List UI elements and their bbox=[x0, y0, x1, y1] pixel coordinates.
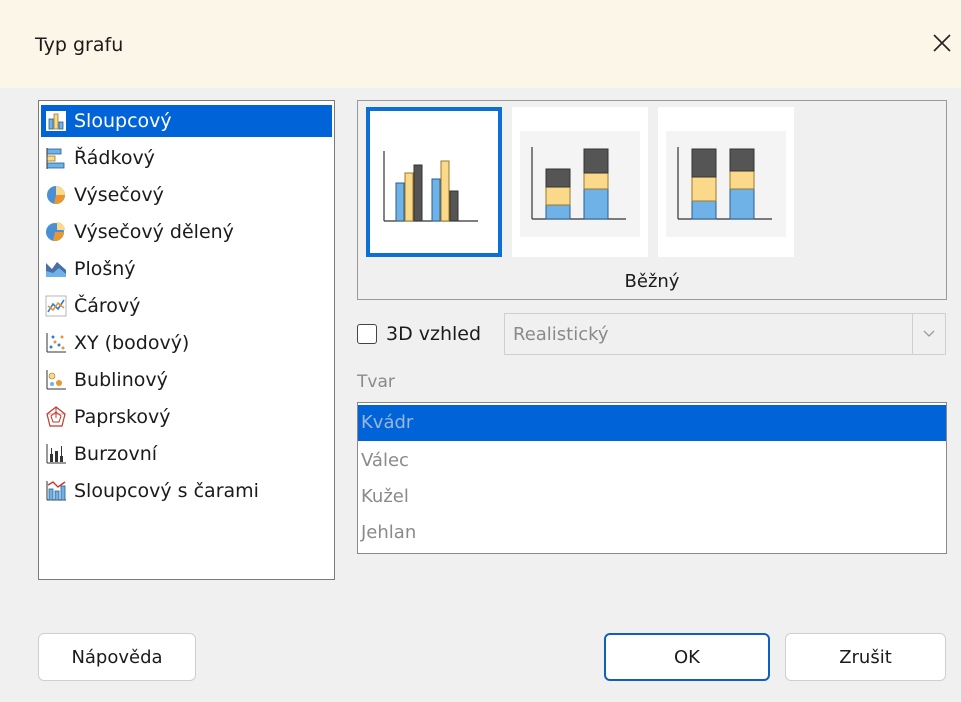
chart-type-label: XY (bodový) bbox=[74, 332, 190, 354]
ok-button[interactable]: OK bbox=[604, 633, 770, 681]
chart-type-label: Bublinový bbox=[74, 369, 168, 391]
subtype-clustered-column[interactable] bbox=[366, 107, 502, 257]
chart-type-item-bar[interactable]: Řádkový bbox=[41, 142, 332, 174]
scatter-chart-icon bbox=[46, 333, 66, 353]
chart-type-label: Paprskový bbox=[74, 406, 171, 428]
chart-type-item-line[interactable]: Čárový bbox=[41, 290, 332, 322]
shape-list[interactable]: Kvádr Válec Kužel Jehlan bbox=[357, 402, 947, 554]
radar-chart-icon bbox=[46, 406, 66, 427]
chevron-down-icon[interactable] bbox=[912, 314, 945, 354]
shape-item-pyramid[interactable]: Jehlan bbox=[358, 515, 946, 551]
title-bar: Typ grafu bbox=[0, 0, 961, 88]
subtype-percent-stacked-column[interactable] bbox=[658, 107, 794, 257]
subtype-stacked-column[interactable] bbox=[512, 107, 648, 257]
clustered-column-icon bbox=[383, 151, 478, 222]
chart-type-label: Burzovní bbox=[74, 443, 158, 465]
chart-type-list[interactable]: Sloupcový Řádkový Výsečový Výsečový děle… bbox=[38, 100, 335, 580]
stacked-column-icon bbox=[520, 131, 640, 237]
shape-item-cuboid[interactable]: Kvádr bbox=[358, 405, 946, 441]
close-icon[interactable] bbox=[923, 24, 961, 62]
shape-item-cone[interactable]: Kužel bbox=[358, 479, 946, 515]
stock-chart-icon bbox=[46, 444, 66, 464]
chart-type-item-area[interactable]: Plošný bbox=[41, 253, 332, 285]
dialog-title: Typ grafu bbox=[35, 34, 124, 56]
3d-style-value: Realistický bbox=[513, 324, 609, 345]
column-chart-icon bbox=[46, 111, 66, 131]
chart-type-label: Sloupcový bbox=[74, 110, 172, 132]
chart-type-label: Plošný bbox=[74, 258, 136, 280]
chart-type-item-stock[interactable]: Burzovní bbox=[41, 438, 332, 470]
chart-subtype-panel: Běžný bbox=[357, 100, 947, 300]
chart-type-item-column[interactable]: Sloupcový bbox=[41, 105, 332, 137]
cancel-button[interactable]: Zrušit bbox=[785, 633, 946, 681]
pie-chart-icon bbox=[47, 186, 66, 205]
chart-type-item-scatter[interactable]: XY (bodový) bbox=[41, 327, 332, 359]
help-button[interactable]: Nápověda bbox=[38, 633, 196, 681]
3d-appearance-label[interactable]: 3D vzhled bbox=[386, 323, 481, 345]
percent-stacked-column-icon bbox=[666, 131, 786, 237]
area-chart-icon bbox=[46, 262, 66, 277]
chart-type-item-exploded-pie[interactable]: Výsečový dělený bbox=[41, 216, 332, 248]
line-chart-icon bbox=[45, 295, 67, 317]
bar-chart-icon bbox=[46, 148, 65, 169]
chart-type-label: Řádkový bbox=[74, 147, 155, 169]
chart-type-item-column-line[interactable]: Sloupcový s čarami bbox=[41, 475, 332, 507]
shape-item-cylinder[interactable]: Válec bbox=[358, 443, 946, 479]
chart-type-label: Výsečový dělený bbox=[74, 221, 234, 243]
subtype-name: Běžný bbox=[624, 271, 680, 292]
chart-type-item-bubble[interactable]: Bublinový bbox=[41, 364, 332, 396]
3d-appearance-checkbox[interactable] bbox=[357, 324, 377, 344]
chart-type-label: Sloupcový s čarami bbox=[74, 480, 259, 502]
exploded-pie-chart-icon bbox=[46, 222, 65, 242]
3d-style-select[interactable]: Realistický bbox=[504, 313, 946, 355]
chart-type-label: Výsečový bbox=[74, 184, 164, 206]
chart-type-label: Čárový bbox=[74, 295, 141, 317]
chart-type-dialog: Typ grafu Sloupcový Řádkový Výsečový Výs… bbox=[0, 0, 961, 702]
chart-type-item-pie[interactable]: Výsečový bbox=[41, 179, 332, 211]
shape-label: Tvar bbox=[357, 372, 395, 392]
chart-type-item-radar[interactable]: Paprskový bbox=[41, 401, 332, 433]
column-line-chart-icon bbox=[46, 481, 66, 501]
bubble-chart-icon bbox=[46, 370, 66, 390]
